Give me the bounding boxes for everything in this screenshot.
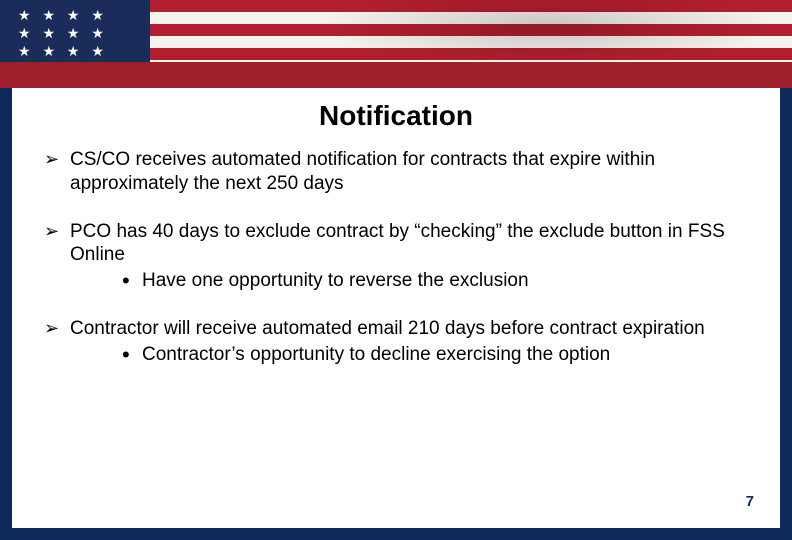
red-bar xyxy=(0,62,792,88)
sub-bullet-item: Have one opportunity to reverse the excl… xyxy=(70,269,756,293)
flag-stripes xyxy=(150,0,792,62)
bullet-list: CS/CO receives automated notification fo… xyxy=(36,148,756,366)
bullet-item: PCO has 40 days to exclude contract by “… xyxy=(36,220,756,293)
sub-bullet-text: Have one opportunity to reverse the excl… xyxy=(142,270,529,291)
flag-banner xyxy=(0,0,792,62)
bullet-item: Contractor will receive automated email … xyxy=(36,317,756,367)
bullet-text: PCO has 40 days to exclude contract by “… xyxy=(70,221,725,266)
sub-bullet-text: Contractor’s opportunity to decline exer… xyxy=(142,344,610,365)
page-number: 7 xyxy=(746,493,754,510)
bullet-item: CS/CO receives automated notification fo… xyxy=(36,148,756,196)
sub-bullet-item: Contractor’s opportunity to decline exer… xyxy=(70,343,756,367)
bullet-text: CS/CO receives automated notification fo… xyxy=(70,149,655,194)
bullet-text: Contractor will receive automated email … xyxy=(70,318,705,339)
flag-stars xyxy=(0,0,150,62)
slide-title: Notification xyxy=(36,100,756,132)
slide-content: Notification CS/CO receives automated no… xyxy=(12,88,780,528)
